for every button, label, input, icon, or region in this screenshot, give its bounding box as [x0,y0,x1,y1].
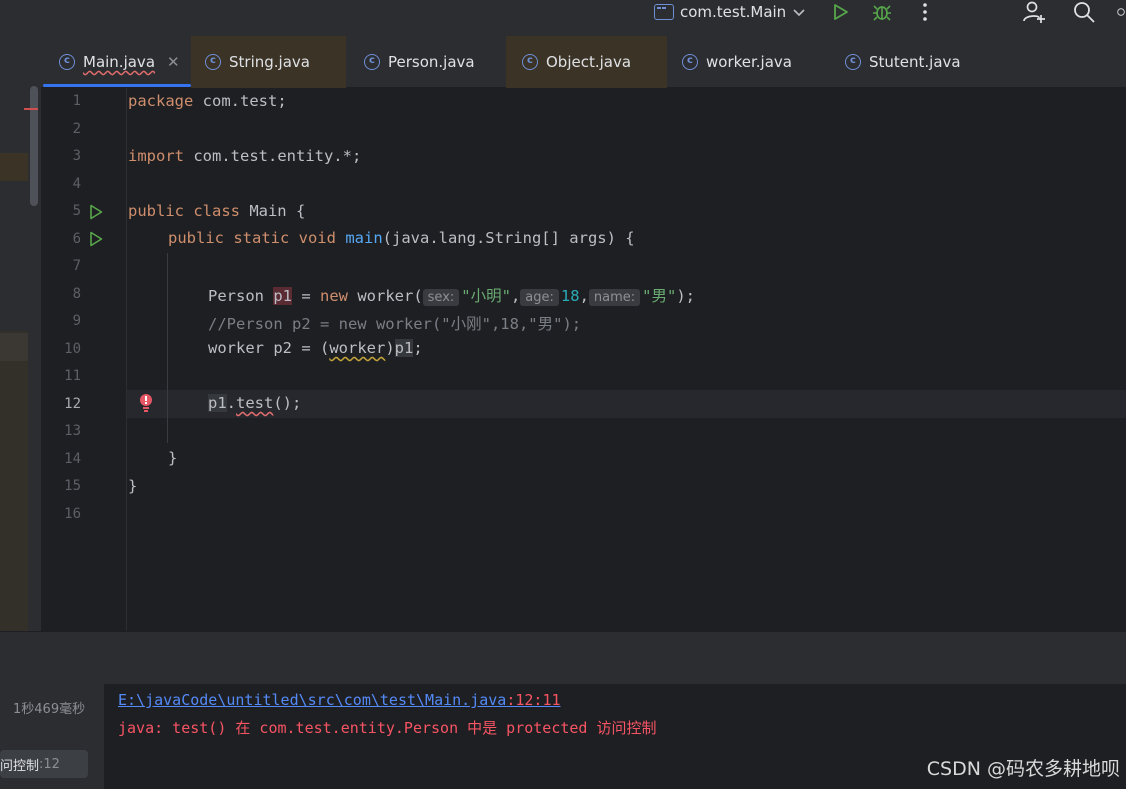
tree-area [0,331,28,631]
code-line-15: } [128,477,138,495]
line-number: 4 [72,176,81,192]
more-icon[interactable] [912,0,938,24]
line-number: 12 [64,396,81,412]
code-line-10: worker p2 = (worker)p1; [208,339,423,357]
line-number: 10 [64,341,81,357]
code-line-1: package com.test; [128,92,287,110]
chevron-down-icon [793,9,805,17]
error-file-link[interactable]: E:\javaCode\untitled\src\com\test\Main.j… [118,691,561,709]
error-message: java: test() 在 com.test.entity.Person 中是… [118,719,657,737]
run-configuration-selector[interactable]: com.test.Main [654,0,806,24]
close-tab-icon[interactable]: ✕ [167,53,180,71]
build-tree: 1秒469毫秒 问控制 :12 [0,684,104,789]
line-number: 16 [64,506,81,522]
window-icon [654,4,674,20]
line-number: 7 [72,258,81,274]
tab-string-java[interactable]: c String.java [191,36,346,88]
search-icon[interactable] [1071,0,1097,24]
class-file-icon: c [522,54,538,70]
line-number: 8 [72,286,81,302]
tab-stutent-java[interactable]: c Stutent.java [827,36,997,88]
run-config-label: com.test.Main [680,3,787,21]
code-line-9: //Person p2 = new worker("小刚",18,"男"); [208,315,582,333]
run-gutter-icon[interactable] [89,204,103,220]
class-file-icon: c [682,54,698,70]
line-number: 1 [72,93,81,109]
error-marker [24,108,38,110]
line-number: 13 [64,423,81,439]
add-user-icon[interactable] [1021,0,1047,24]
settings-icon[interactable] [1116,0,1126,24]
project-panel-edge [0,36,41,631]
tree-row-highlight [0,153,28,181]
line-number: 15 [64,478,81,494]
tab-worker-java[interactable]: c worker.java [667,36,827,88]
param-hint: age: [520,289,559,306]
param-hint: sex: [422,289,460,306]
line-number: 6 [72,231,81,247]
code-line-5: public class Main { [128,202,306,220]
editor-tab-bar: c Main.java ✕ c String.java c Person.jav… [41,36,1126,88]
tree-scrollbar[interactable] [30,86,38,206]
build-elapsed-time: 1秒469毫秒 [13,702,86,717]
code-line-12: p1.test(); [208,394,302,412]
code-line-3: import com.test.entity.*; [128,147,362,165]
line-number: 9 [72,313,81,329]
main-toolbar: com.test.Main [0,0,1126,36]
param-hint: name: [588,289,641,306]
line-number: 3 [72,148,81,164]
active-tab-indicator [43,84,191,87]
debug-icon[interactable] [869,0,895,24]
run-icon[interactable] [827,0,853,24]
watermark: CSDN @码农多耕地呗 [926,758,1120,780]
line-number: 11 [64,368,81,384]
line-number: 14 [64,451,81,467]
tab-object-java[interactable]: c Object.java [506,36,667,88]
code-line-8: Person p1 = new worker(sex: "小明", age: 18, n… [208,287,696,306]
class-file-icon: c [845,54,861,70]
tab-person-java[interactable]: c Person.java [346,36,506,88]
code-editor[interactable]: 1 2 3 4 5 6 7 8 9 10 11 12 13 14 15 16 p… [41,88,1126,631]
error-bulb-icon[interactable] [139,393,153,413]
code-line-6: public static void main(java.lang.String… [168,229,635,247]
class-file-icon: c [205,54,221,70]
class-file-icon: c [59,54,75,70]
code-line-14: } [168,449,178,467]
build-message-item[interactable]: 问控制 :12 [0,750,88,778]
indent-guide [167,253,168,443]
tab-main-java[interactable]: c Main.java ✕ [41,36,191,88]
run-gutter-icon[interactable] [89,231,103,247]
class-file-icon: c [364,54,380,70]
line-number-gutter: 1 2 3 4 5 6 7 8 9 10 11 12 13 14 15 16 [41,88,127,631]
line-number: 2 [72,121,81,137]
line-number: 5 [72,203,81,219]
